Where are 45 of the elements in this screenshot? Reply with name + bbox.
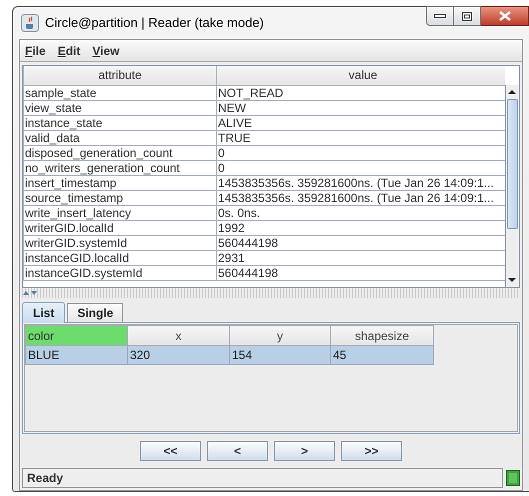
table-cell: writerGID.localId	[24, 220, 216, 235]
close-button[interactable]	[481, 6, 529, 26]
status-indicator-icon	[506, 470, 520, 486]
nav-button[interactable]: <<	[140, 441, 201, 461]
table-cell: valid_data	[24, 130, 216, 145]
close-icon	[498, 11, 510, 21]
table-cell: insert_timestamp	[24, 175, 216, 190]
table-cell[interactable]: 154	[230, 346, 330, 364]
menu-item[interactable]: Edit	[58, 42, 80, 60]
tab[interactable]: Single	[67, 303, 124, 322]
vertical-scrollbar[interactable]	[505, 85, 519, 287]
table-cell: instanceGID.systemId	[24, 265, 216, 280]
table-cell: source_timestamp	[24, 190, 216, 205]
table-cell: no_writers_generation_count	[24, 160, 216, 175]
column-header[interactable]: color	[26, 326, 128, 346]
table-cell: instanceGID.localId	[24, 250, 216, 265]
minimize-icon	[434, 14, 446, 18]
table-cell: instance_state	[24, 115, 216, 130]
table-cell[interactable]: 320	[128, 346, 230, 364]
nav-button[interactable]: >	[274, 441, 335, 461]
table-cell: writerGID.systemId	[24, 235, 216, 250]
table-cell: write_insert_latency	[24, 205, 216, 220]
maximize-icon	[462, 12, 472, 20]
table-cell: view_state	[24, 100, 216, 115]
nav-button[interactable]: >>	[341, 441, 402, 461]
column-header[interactable]: shapesize	[330, 326, 434, 346]
window-title: Circle@partition | Reader (take mode)	[45, 14, 264, 32]
table-cell: sample_state	[24, 85, 216, 100]
status-text: Ready	[27, 470, 64, 487]
column-header[interactable]: attribute	[24, 66, 216, 85]
column-header[interactable]: y	[230, 326, 330, 346]
table-cell[interactable]: BLUE	[26, 346, 128, 364]
column-header[interactable]: value	[216, 66, 506, 85]
collapse-arrows-icon[interactable]	[22, 290, 40, 296]
table-cell[interactable]: 45	[330, 346, 434, 364]
menu-item[interactable]: View	[92, 42, 120, 60]
maximize-button[interactable]	[454, 6, 481, 26]
nav-button[interactable]: <	[207, 441, 268, 461]
column-header[interactable]: x	[128, 326, 230, 346]
menu-item[interactable]: File	[25, 42, 46, 60]
minimize-button[interactable]	[426, 6, 454, 26]
table-cell: disposed_generation_count	[24, 145, 216, 160]
java-cup-icon	[21, 14, 39, 32]
scrollbar-thumb[interactable]	[507, 99, 518, 229]
tab[interactable]: List	[22, 302, 66, 323]
